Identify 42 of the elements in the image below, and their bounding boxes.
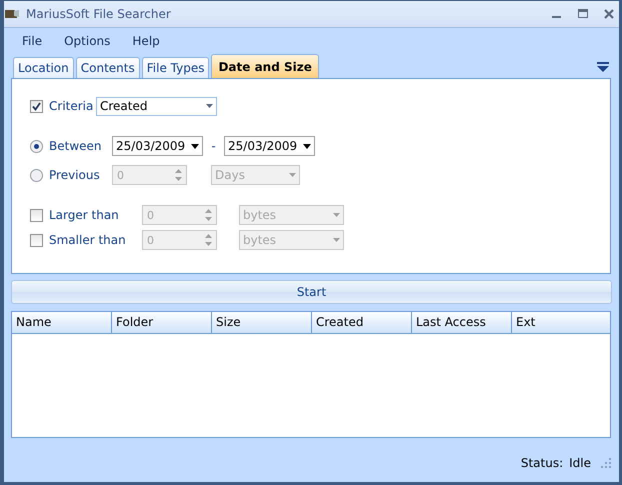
date-separator: - [210,139,217,153]
checkbox-label: Smaller than [49,233,126,247]
menu-item[interactable]: File [22,34,42,48]
spinner-arrows-icon [205,209,212,221]
close-icon[interactable] [603,8,615,20]
spinner-arrows-icon [175,169,182,181]
column-header[interactable]: Created [312,312,412,333]
tab[interactable]: Date and Size [211,54,319,78]
radio-label: Between [49,139,103,153]
menu-item[interactable]: Options [64,34,110,48]
radio-button[interactable] [30,140,43,152]
caret-icon [206,104,213,108]
date-picker[interactable]: 25/03/2009 [112,136,203,156]
maximize-icon[interactable] [577,8,589,20]
caret-icon [303,144,311,148]
status-label: Status: [520,456,564,470]
caret-icon [289,173,296,177]
app-icon [4,8,20,20]
tab[interactable]: Location [13,57,74,78]
checkbox-label: Larger than [49,208,120,222]
caret-icon [333,238,340,242]
column-header[interactable]: Folder [112,312,212,333]
window-title: MariusSoft File Searcher [26,7,172,21]
caret-icon [333,213,340,217]
column-header[interactable]: Size [212,312,312,333]
column-header[interactable]: Name [12,312,112,333]
tab[interactable]: Contents [76,57,140,78]
criteria-dropdown[interactable]: Created [96,96,217,116]
column-header[interactable]: Last Access [412,312,512,333]
date-picker[interactable]: 25/03/2009 [224,136,315,156]
caret-icon [191,144,199,148]
start-button[interactable]: Start [11,280,612,304]
tab[interactable]: File Types [142,57,210,78]
status-value: Idle [569,456,591,470]
radio-label: Previous [49,168,101,182]
resize-grip-icon[interactable] [601,458,611,468]
checkbox[interactable] [30,100,43,112]
spinner-arrows-icon [205,234,212,246]
column-header[interactable]: Ext [512,312,610,333]
dropdown-icon[interactable] [597,62,609,72]
checkbox-label: Criteria [49,99,94,113]
menu-item[interactable]: Help [132,34,160,48]
